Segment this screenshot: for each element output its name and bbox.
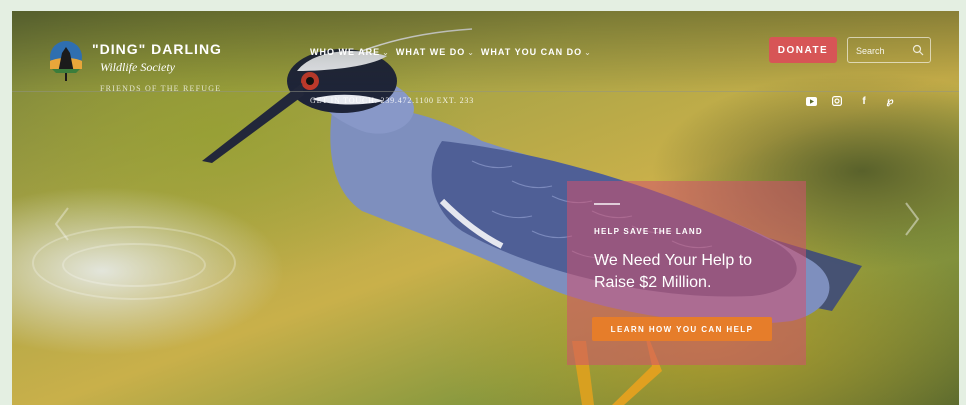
next-slide-arrow-icon[interactable] [902,201,922,237]
donate-button[interactable]: DONATE [769,37,837,63]
brand-name[interactable]: "DING" DARLING [92,41,222,57]
card-headline: We Need Your Help to Raise $2 Million. [594,252,753,291]
brand-subtitle[interactable]: Wildlife Society [100,60,175,75]
search-icon[interactable] [912,44,924,56]
brand-tagline: FRIENDS OF THE REFUGE [100,84,222,93]
learn-how-you-can-help-button[interactable]: LEARN HOW YOU CAN HELP [592,317,772,341]
nav-what-we-do[interactable]: WHAT WE DO ⌄ [396,47,475,57]
facebook-icon[interactable]: f [858,95,870,107]
hero-slider: "DING" DARLING Wildlife Society FRIENDS … [12,11,959,405]
nav-item-label: WHAT WE DO [395,47,466,57]
nav-item-label: WHAT YOU CAN DO [480,47,583,57]
pinterest-icon[interactable]: ℘ [884,95,896,107]
search-input[interactable] [854,43,916,59]
card-eyebrow: HELP SAVE THE LAND [594,227,703,236]
hero-callout-card: HELP SAVE THE LAND We Need Your Help to … [567,181,806,365]
youtube-icon[interactable] [805,95,817,107]
chevron-down-icon: ⌄ [382,47,390,57]
chevron-down-icon: ⌄ [467,47,475,57]
search-box[interactable] [847,37,931,63]
card-divider [594,203,620,205]
instagram-icon[interactable] [831,95,843,107]
previous-slide-arrow-icon[interactable] [52,206,72,242]
nav-what-you-can-do[interactable]: WHAT YOU CAN DO ⌄ [481,47,592,57]
contact-info[interactable]: GET IN TOUCH: 239.472.1100 EXT. 233 [310,96,474,105]
chevron-down-icon: ⌄ [584,47,592,57]
society-logo[interactable] [48,39,84,83]
nav-item-label: WHO WE ARE [310,47,381,57]
main-nav: WHO WE ARE ⌄ WHAT WE DO ⌄ WHAT YOU CAN D… [310,47,592,57]
nav-who-we-are[interactable]: WHO WE ARE ⌄ [310,47,390,57]
